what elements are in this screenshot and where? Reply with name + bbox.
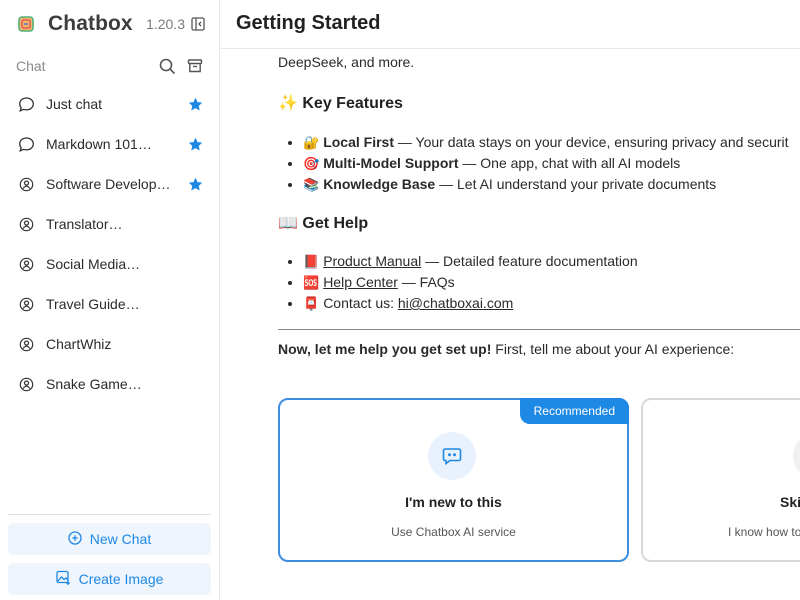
chat-header: Getting Started (221, 0, 800, 49)
feature-text: — Let AI understand your private documen… (435, 176, 717, 192)
new-chat-button[interactable]: New Chat (8, 523, 211, 555)
user-circle-icon (17, 215, 35, 233)
option-card-skip[interactable]: Ski I know how to (641, 398, 800, 562)
session-item[interactable]: Snake Game… (8, 364, 212, 404)
help-emoji-icon: 🆘 (303, 275, 320, 290)
feature-text: — Your data stays on your device, ensuri… (393, 134, 789, 150)
option-icon (793, 432, 800, 480)
chat-dots-icon (428, 432, 476, 480)
feature-item: 🎯Multi-Model Support — One app, chat wit… (303, 153, 789, 174)
get-help-list: 📕Product Manual — Detailed feature docum… (303, 251, 638, 314)
session-item[interactable]: Just chat (8, 84, 212, 124)
help-prefix: Contact us: (323, 295, 398, 311)
option-subtitle: Use Chatbox AI service (391, 525, 516, 539)
feature-emoji-icon: 🎯 (303, 156, 320, 171)
key-features-list: 🔐Local First — Your data stays on your d… (303, 132, 789, 195)
star-icon[interactable] (186, 135, 204, 153)
book-icon: 📖 (278, 215, 298, 232)
sparkles-icon: ✨ (278, 95, 298, 112)
help-emoji-icon: 📮 (303, 296, 320, 311)
intro-text: DeepSeek, and more. (278, 54, 415, 70)
chatbox-logo-icon (16, 14, 36, 34)
session-label: Travel Guide… (46, 296, 140, 312)
image-plus-icon (55, 570, 71, 588)
help-item: 📕Product Manual — Detailed feature docum… (303, 251, 638, 272)
collapse-sidebar-icon[interactable] (190, 16, 206, 32)
session-item[interactable]: Travel Guide… (8, 284, 212, 324)
feature-title: Local First (323, 134, 394, 150)
user-circle-icon (17, 255, 35, 273)
option-title: Ski (780, 494, 800, 510)
sidebar: Chatbox 1.20.3 Chat Just chat Markdown 1… (0, 0, 220, 600)
session-item[interactable]: ChartWhiz (8, 324, 212, 364)
chat-bubble-icon (17, 135, 35, 153)
plus-circle-icon (68, 530, 82, 548)
feature-title: Multi-Model Support (323, 155, 459, 171)
setup-prompt: Now, let me help you get set up! First, … (278, 341, 735, 357)
archive-icon[interactable] (186, 57, 204, 75)
recommended-badge: Recommended (519, 398, 629, 424)
search-icon[interactable] (158, 57, 176, 75)
help-item: 📮Contact us: hi@chatboxai.com (303, 293, 638, 314)
feature-emoji-icon: 🔐 (303, 135, 320, 150)
user-circle-icon (17, 375, 35, 393)
session-label: ChartWhiz (46, 336, 112, 352)
help-link[interactable]: Help Center (323, 274, 398, 290)
option-card-new-user[interactable]: Recommended I'm new to this Use Chatbox … (278, 398, 629, 562)
sidebar-divider (8, 514, 211, 515)
help-emoji-icon: 📕 (303, 254, 320, 269)
help-link[interactable]: Product Manual (323, 253, 421, 269)
brand-header: Chatbox 1.20.3 (16, 10, 206, 38)
page-title: Getting Started (236, 12, 381, 34)
help-text: — FAQs (397, 274, 455, 290)
session-label: Software Develop… (46, 176, 171, 192)
help-item: 🆘Help Center — FAQs (303, 272, 638, 293)
feature-item: 📚Knowledge Base — Let AI understand your… (303, 174, 789, 195)
feature-title: Knowledge Base (323, 176, 436, 192)
horizontal-rule (278, 329, 800, 330)
chat-section-label: Chat (16, 58, 46, 74)
chat-section-header: Chat (16, 54, 204, 78)
help-text: — Detailed feature documentation (421, 253, 638, 269)
key-features-heading: ✨ Key Features (278, 95, 403, 112)
session-list: Just chat Markdown 101… Software Develop… T… (8, 84, 212, 404)
session-label: Translator… (46, 216, 123, 232)
user-circle-icon (17, 335, 35, 353)
feature-emoji-icon: 📚 (303, 177, 320, 192)
app-name: Chatbox (48, 12, 133, 35)
user-circle-icon (17, 295, 35, 313)
session-label: Snake Game… (46, 376, 142, 392)
session-label: Social Media… (46, 256, 141, 272)
session-item[interactable]: Markdown 101… (8, 124, 212, 164)
session-item[interactable]: Social Media… (8, 244, 212, 284)
chat-bubble-icon (17, 95, 35, 113)
session-item[interactable]: Translator… (8, 204, 212, 244)
main-panel: Getting Started DeepSeek, and more. ✨ Ke… (221, 0, 800, 600)
help-link[interactable]: hi@chatboxai.com (398, 295, 513, 311)
feature-text: — One app, chat with all AI models (458, 155, 681, 171)
app-version: 1.20.3 (146, 16, 185, 32)
option-title: I'm new to this (405, 494, 502, 510)
new-chat-label: New Chat (89, 531, 152, 547)
user-circle-icon (17, 175, 35, 193)
create-image-label: Create Image (78, 571, 164, 587)
session-label: Just chat (46, 96, 103, 112)
star-icon[interactable] (186, 95, 204, 113)
star-icon[interactable] (186, 175, 204, 193)
option-subtitle: I know how to (728, 525, 800, 539)
session-label: Markdown 101… (46, 136, 152, 152)
get-help-heading: 📖 Get Help (278, 215, 369, 232)
create-image-button[interactable]: Create Image (8, 563, 211, 595)
feature-item: 🔐Local First — Your data stays on your d… (303, 132, 789, 153)
session-item[interactable]: Software Develop… (8, 164, 212, 204)
